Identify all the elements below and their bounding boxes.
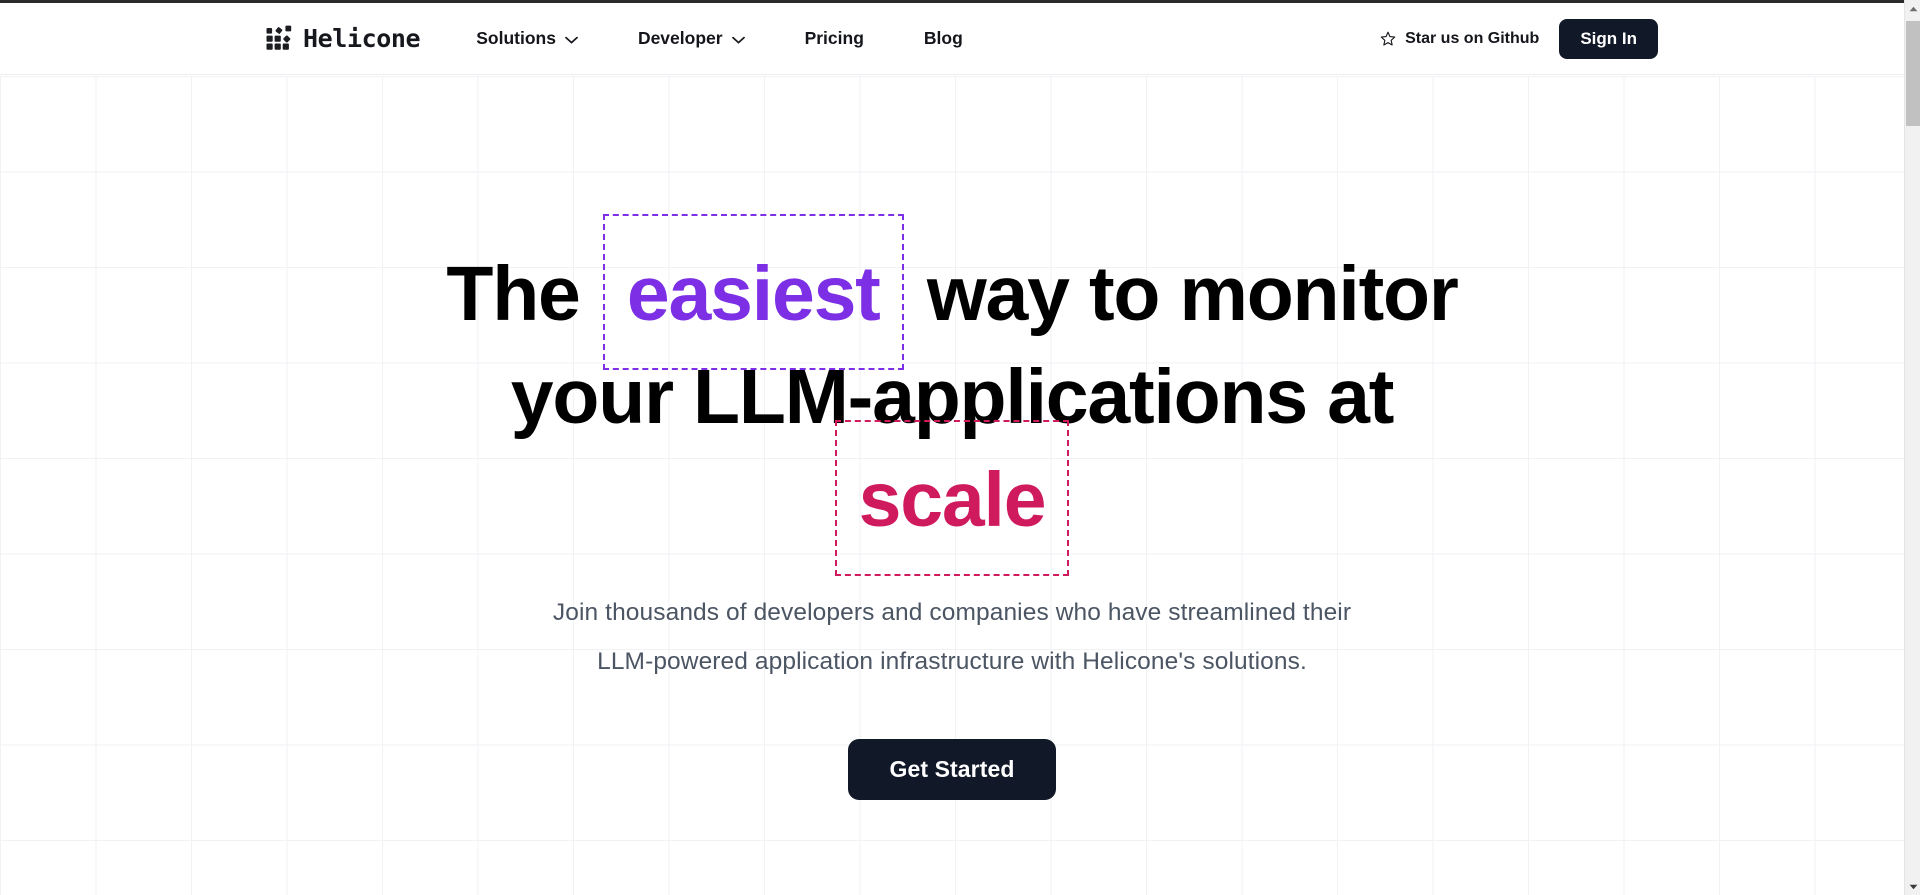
nav-item-label: Blog <box>923 28 963 48</box>
chevron-down-icon <box>731 28 745 49</box>
site-header: Helicone Solutions Developer Pricing Blo… <box>0 3 1904 75</box>
logo-wordmark: Helicone <box>303 24 421 53</box>
dots-grid-icon <box>266 25 293 52</box>
nav-item-solutions[interactable]: Solutions <box>474 22 580 55</box>
headline-highlight-scale: scale <box>834 420 1070 576</box>
chevron-down-icon <box>565 28 578 49</box>
subtitle-line-2: LLM-powered application infrastructure w… <box>597 648 1307 675</box>
page-scrollbar[interactable] <box>1904 0 1920 895</box>
nav-item-developer[interactable]: Developer <box>636 22 747 55</box>
headline-text-way-to-monitor: way to monitor <box>926 251 1459 337</box>
header-left-group: Helicone Solutions Developer Pricing Blo… <box>266 22 965 55</box>
github-star-label: Star us on Github <box>1405 29 1540 47</box>
headline-text-the: The <box>446 251 580 337</box>
nav-item-label: Developer <box>637 28 723 48</box>
nav-item-label: Pricing <box>804 28 864 48</box>
primary-navigation: Solutions Developer Pricing Blog <box>474 22 965 55</box>
scroll-up-arrow-icon[interactable] <box>1905 0 1920 17</box>
scroll-down-arrow-icon[interactable] <box>1905 878 1920 895</box>
github-star-link[interactable]: Star us on Github <box>1380 30 1539 48</box>
scrollbar-thumb[interactable] <box>1906 21 1920 126</box>
star-icon <box>1380 31 1396 47</box>
headline-highlight-easiest: easiest <box>602 214 904 370</box>
headline-line-1: The easiest way to monitor <box>446 214 1459 370</box>
subtitle-line-1: Join thousands of developers and compani… <box>552 599 1352 626</box>
header-right-group: Star us on Github Sign In <box>1380 18 1658 59</box>
hero-headline: The easiest way to monitor your LLM-appl… <box>446 214 1459 576</box>
browser-chrome-edge <box>0 0 1904 3</box>
sign-in-button[interactable]: Sign In <box>1559 18 1658 59</box>
nav-item-blog[interactable]: Blog <box>922 22 965 55</box>
nav-item-label: Solutions <box>476 28 556 48</box>
page-viewport: Helicone Solutions Developer Pricing Blo… <box>0 0 1904 895</box>
get-started-button[interactable]: Get Started <box>848 739 1056 800</box>
headline-line-3: scale <box>446 420 1457 576</box>
hero-section: The easiest way to monitor your LLM-appl… <box>0 76 1904 895</box>
hero-cta-wrapper: Get Started <box>848 739 1056 800</box>
hero-subtitle: Join thousands of developers and compani… <box>553 588 1351 686</box>
nav-item-pricing[interactable]: Pricing <box>803 22 866 55</box>
logo-home-link[interactable]: Helicone <box>266 24 421 53</box>
headline-line-2: your LLM-applications at <box>510 354 1395 440</box>
